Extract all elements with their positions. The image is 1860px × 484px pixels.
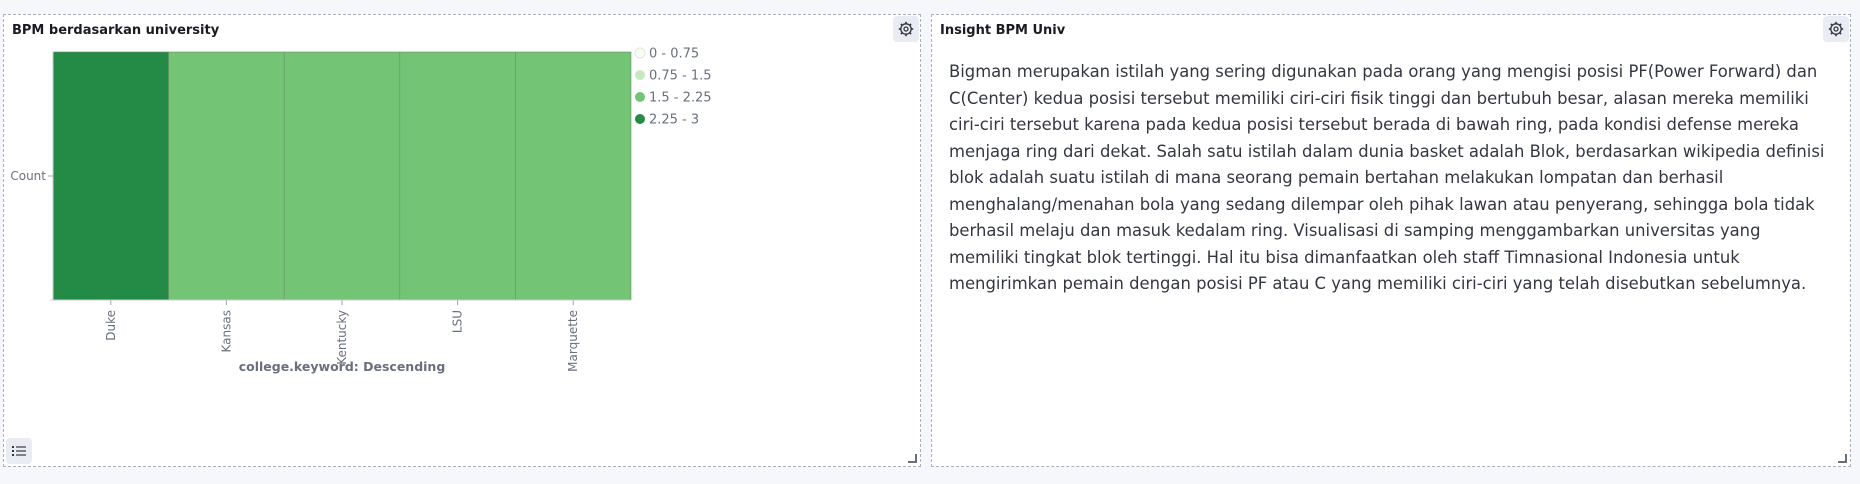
heatmap-cell[interactable] [283, 51, 401, 301]
resize-icon[interactable] [1838, 454, 1847, 463]
x-tick-label: LSU [451, 310, 465, 333]
heatmap-cell[interactable] [168, 51, 285, 301]
insight-text: Bigman merupakan istilah yang sering dig… [949, 62, 1825, 293]
legend-swatch[interactable] [635, 114, 645, 124]
legend-label[interactable]: 0.75 - 1.5 [649, 69, 712, 84]
gear-icon [1828, 21, 1844, 37]
legend-label[interactable]: 1.5 - 2.25 [649, 91, 712, 106]
y-tick-label: Count [10, 169, 46, 183]
legend-swatch[interactable] [634, 47, 646, 59]
legend-label[interactable]: 0 - 0.75 [649, 47, 699, 62]
bpm-university-panel: BPM berdasarkan university Duke Kansas Ken… [3, 14, 921, 467]
panel-title: Insight BPM Univ [940, 23, 1066, 38]
list-icon [12, 446, 26, 456]
x-tick-label: Duke [104, 310, 118, 341]
heatmap-cell[interactable] [399, 51, 516, 301]
panel-settings-button[interactable] [1823, 16, 1849, 42]
resize-icon[interactable] [908, 454, 917, 463]
x-tick-label: Kentucky [335, 310, 349, 365]
heatmap-cell[interactable] [515, 51, 632, 301]
x-tick-label: Marquette [566, 310, 580, 372]
heatmap-cell[interactable] [52, 51, 169, 301]
x-axis-title: college.keyword: Descending [239, 359, 446, 374]
legend-label[interactable]: 2.25 - 3 [649, 113, 699, 128]
legend-toggle-button[interactable] [6, 438, 32, 464]
heatmap-chart: Duke Kansas Kentucky LSU Marquette Count colle… [10, 47, 712, 375]
x-tick-label: Kansas [219, 310, 233, 352]
legend-swatch[interactable] [635, 92, 645, 102]
insight-panel: Insight BPM Univ Bigman merupakan istila… [931, 14, 1851, 467]
legend-swatch[interactable] [635, 70, 645, 80]
